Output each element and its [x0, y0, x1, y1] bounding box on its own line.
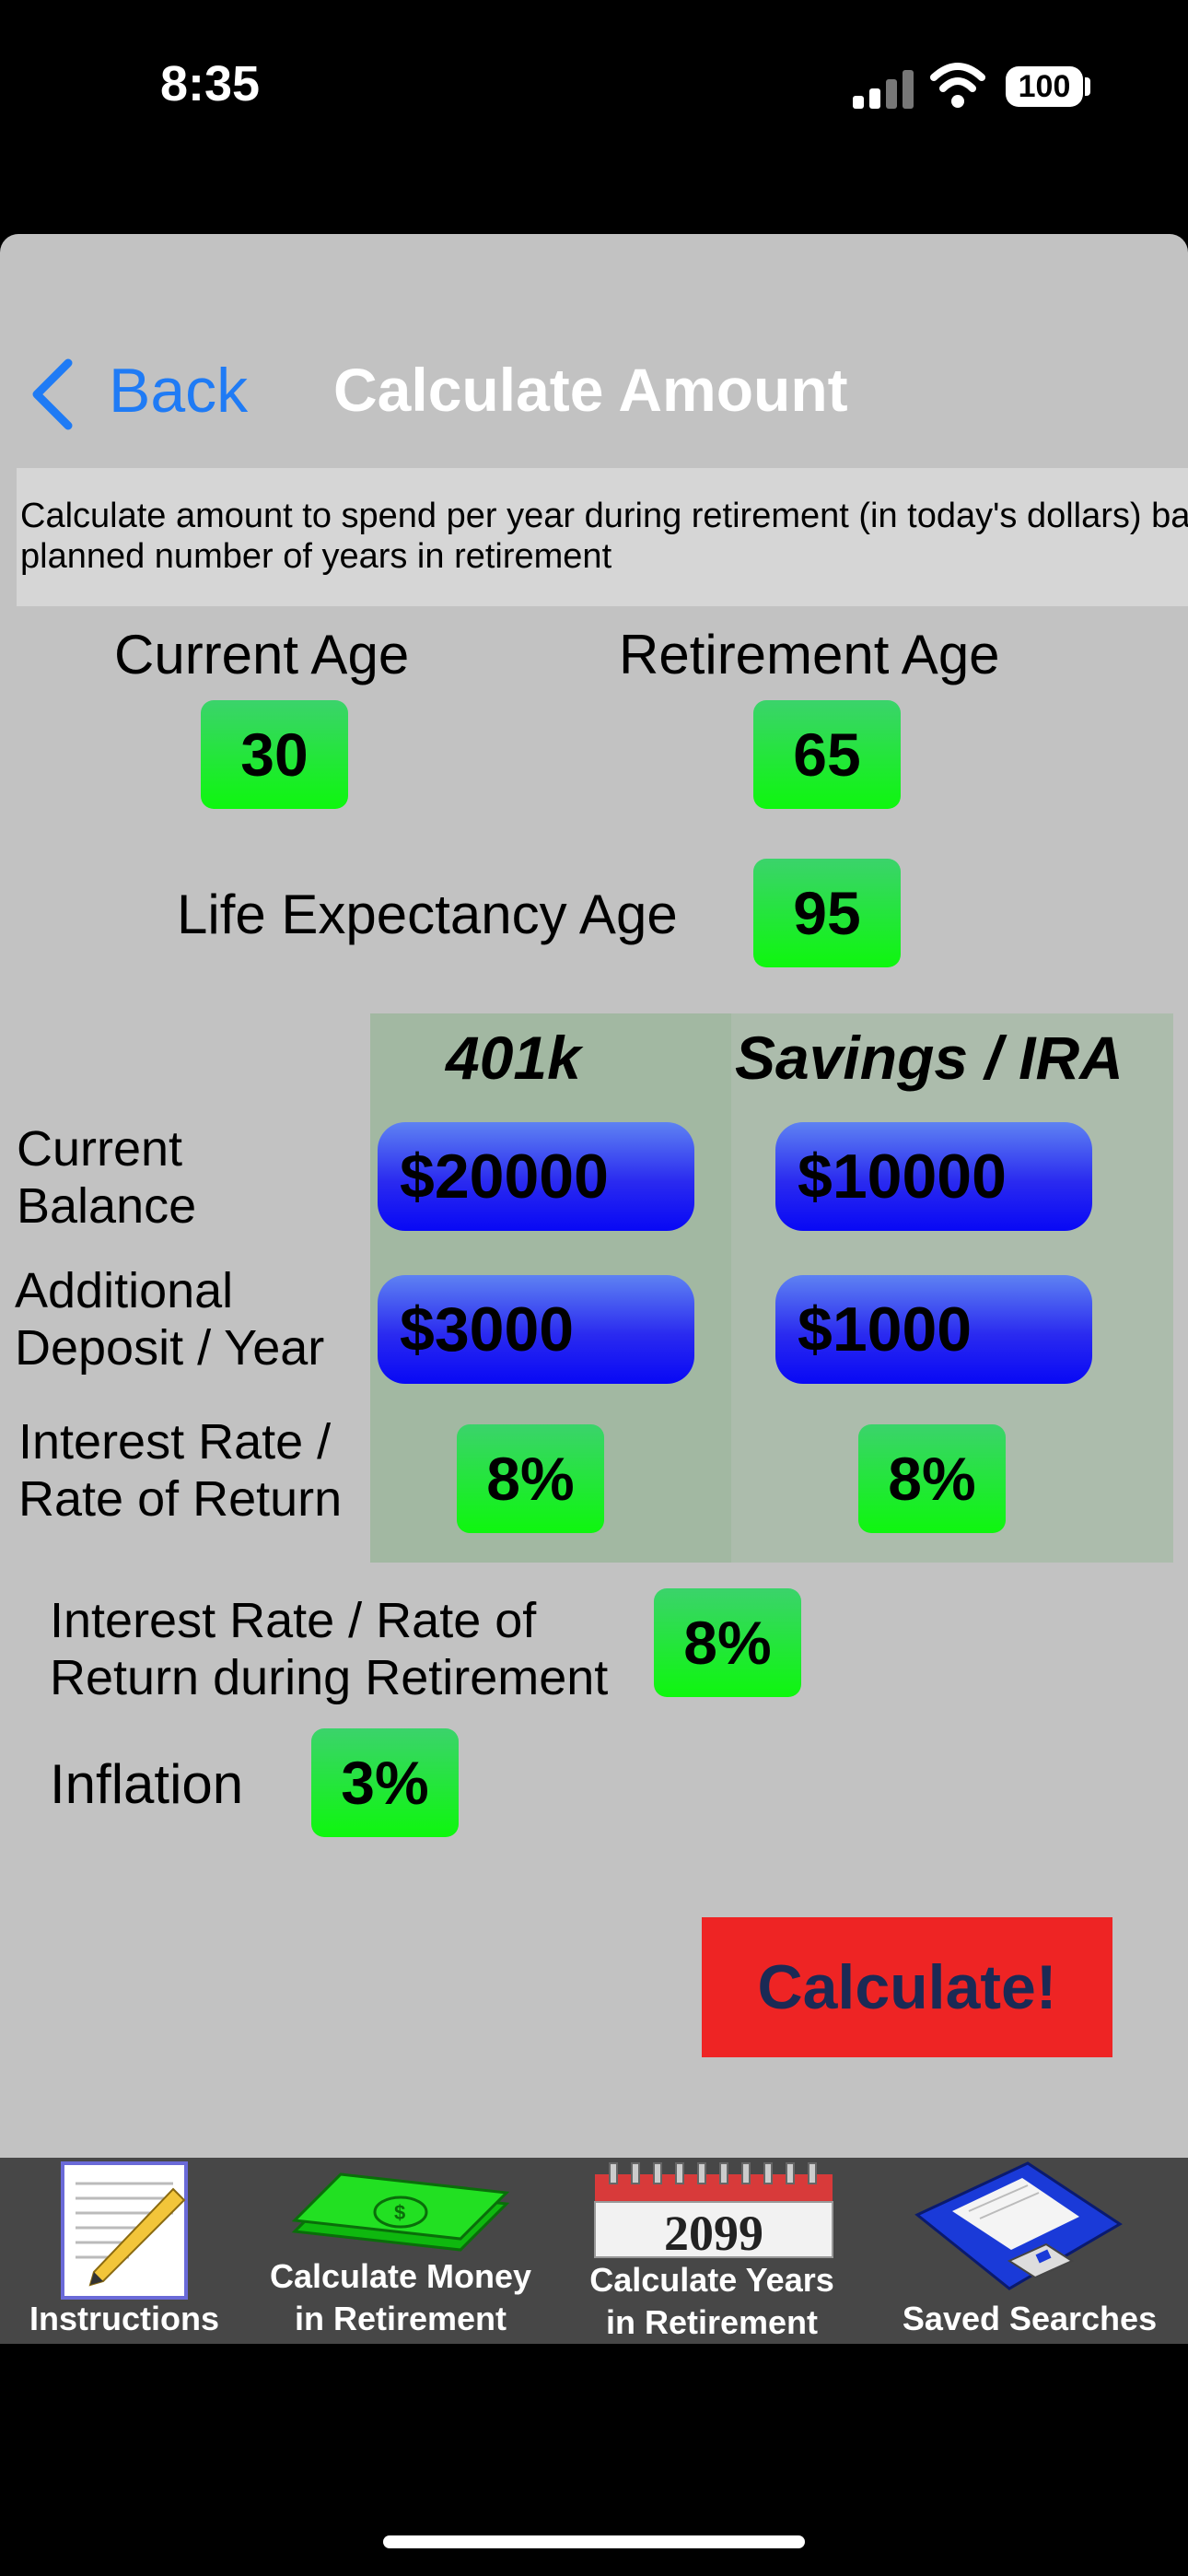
tab-calculate-years-label-line1: Calculate Years	[589, 2261, 834, 2299]
retirement-rate-label: Interest Rate / Rate of Return during Re…	[50, 1592, 608, 1706]
description-text: Calculate amount to spend per year durin…	[20, 497, 1188, 576]
retirement-age-field[interactable]: 65	[753, 700, 901, 809]
cellular-signal-icon	[853, 66, 914, 109]
balance-401k-field[interactable]: $20000	[378, 1122, 694, 1231]
svg-text:$: $	[394, 2201, 405, 2224]
deposit-savings-field[interactable]: $1000	[775, 1275, 1092, 1384]
tab-calculate-money[interactable]: $ Calculate Money in Retirement	[249, 2158, 553, 2344]
tab-calculate-years-label-line2: in Retirement	[605, 2303, 819, 2341]
row-deposit-label-line2: Deposit / Year	[15, 1320, 325, 1376]
tab-bar: Instructions $ Calculate Money in Retire…	[0, 2158, 1188, 2344]
row-rate-label: Interest Rate / Rate of Return	[18, 1413, 342, 1528]
tab-instructions[interactable]: Instructions	[0, 2158, 249, 2344]
home-indicator	[383, 2535, 805, 2548]
back-button[interactable]: Back	[109, 355, 248, 427]
row-deposit-label-line1: Additional	[15, 1263, 234, 1318]
deposit-401k-field[interactable]: $3000	[378, 1275, 694, 1384]
tab-calculate-money-label: Calculate Money in Retirement	[249, 2255, 553, 2340]
calendar-icon: 2099	[594, 2162, 833, 2261]
row-balance-label-line1: Current	[17, 1121, 183, 1177]
column-header-savings: Savings / IRA	[735, 1024, 1124, 1092]
notepad-pencil-icon	[61, 2161, 188, 2300]
tab-calculate-money-label-line1: Calculate Money	[269, 2257, 532, 2295]
tab-saved-searches[interactable]: Saved Searches	[871, 2158, 1188, 2344]
balance-savings-field[interactable]: $10000	[775, 1122, 1092, 1231]
tab-instructions-label: Instructions	[29, 2300, 219, 2337]
wifi-icon	[930, 63, 985, 108]
description-box: Calculate amount to spend per year durin…	[17, 468, 1188, 606]
life-expectancy-label: Life Expectancy Age	[177, 884, 678, 945]
column-header-401k: 401k	[446, 1024, 581, 1092]
battery-tip	[1085, 77, 1090, 96]
inflation-field[interactable]: 3%	[311, 1728, 459, 1837]
tab-calculate-money-label-line2: in Retirement	[294, 2300, 507, 2337]
back-chevron-icon[interactable]	[28, 357, 79, 431]
row-deposit-label: Additional Deposit / Year	[15, 1262, 324, 1376]
status-time: 8:35	[160, 56, 261, 111]
retirement-rate-label-line2: Return during Retirement	[50, 1650, 609, 1705]
tab-calculate-years[interactable]: 2099 Calculate Years in Retirement	[553, 2158, 871, 2344]
calendar-year-text: 2099	[664, 2206, 763, 2261]
row-balance-label: Current Balance	[17, 1120, 196, 1235]
rate-401k-field[interactable]: 8%	[457, 1424, 604, 1533]
inflation-label: Inflation	[50, 1753, 244, 1815]
tab-calculate-years-label: Calculate Years in Retirement	[553, 2259, 871, 2344]
current-age-label: Current Age	[114, 624, 410, 685]
row-rate-label-line2: Rate of Return	[18, 1471, 343, 1527]
floppy-disk-icon	[914, 2161, 1123, 2290]
retirement-age-label: Retirement Age	[619, 624, 1000, 685]
rate-savings-field[interactable]: 8%	[858, 1424, 1006, 1533]
row-balance-label-line2: Balance	[17, 1178, 197, 1234]
life-expectancy-field[interactable]: 95	[753, 859, 901, 967]
tab-saved-searches-label: Saved Searches	[902, 2300, 1158, 2337]
calculate-button[interactable]: Calculate!	[702, 1917, 1112, 2057]
page-title: Calculate Amount	[333, 356, 848, 424]
row-rate-label-line1: Interest Rate /	[18, 1414, 332, 1469]
money-stack-icon: $	[291, 2172, 510, 2252]
retirement-rate-field[interactable]: 8%	[654, 1588, 801, 1697]
retirement-rate-label-line1: Interest Rate / Rate of	[50, 1593, 537, 1648]
battery-icon: 100	[1006, 66, 1083, 107]
current-age-field[interactable]: 30	[201, 700, 348, 809]
